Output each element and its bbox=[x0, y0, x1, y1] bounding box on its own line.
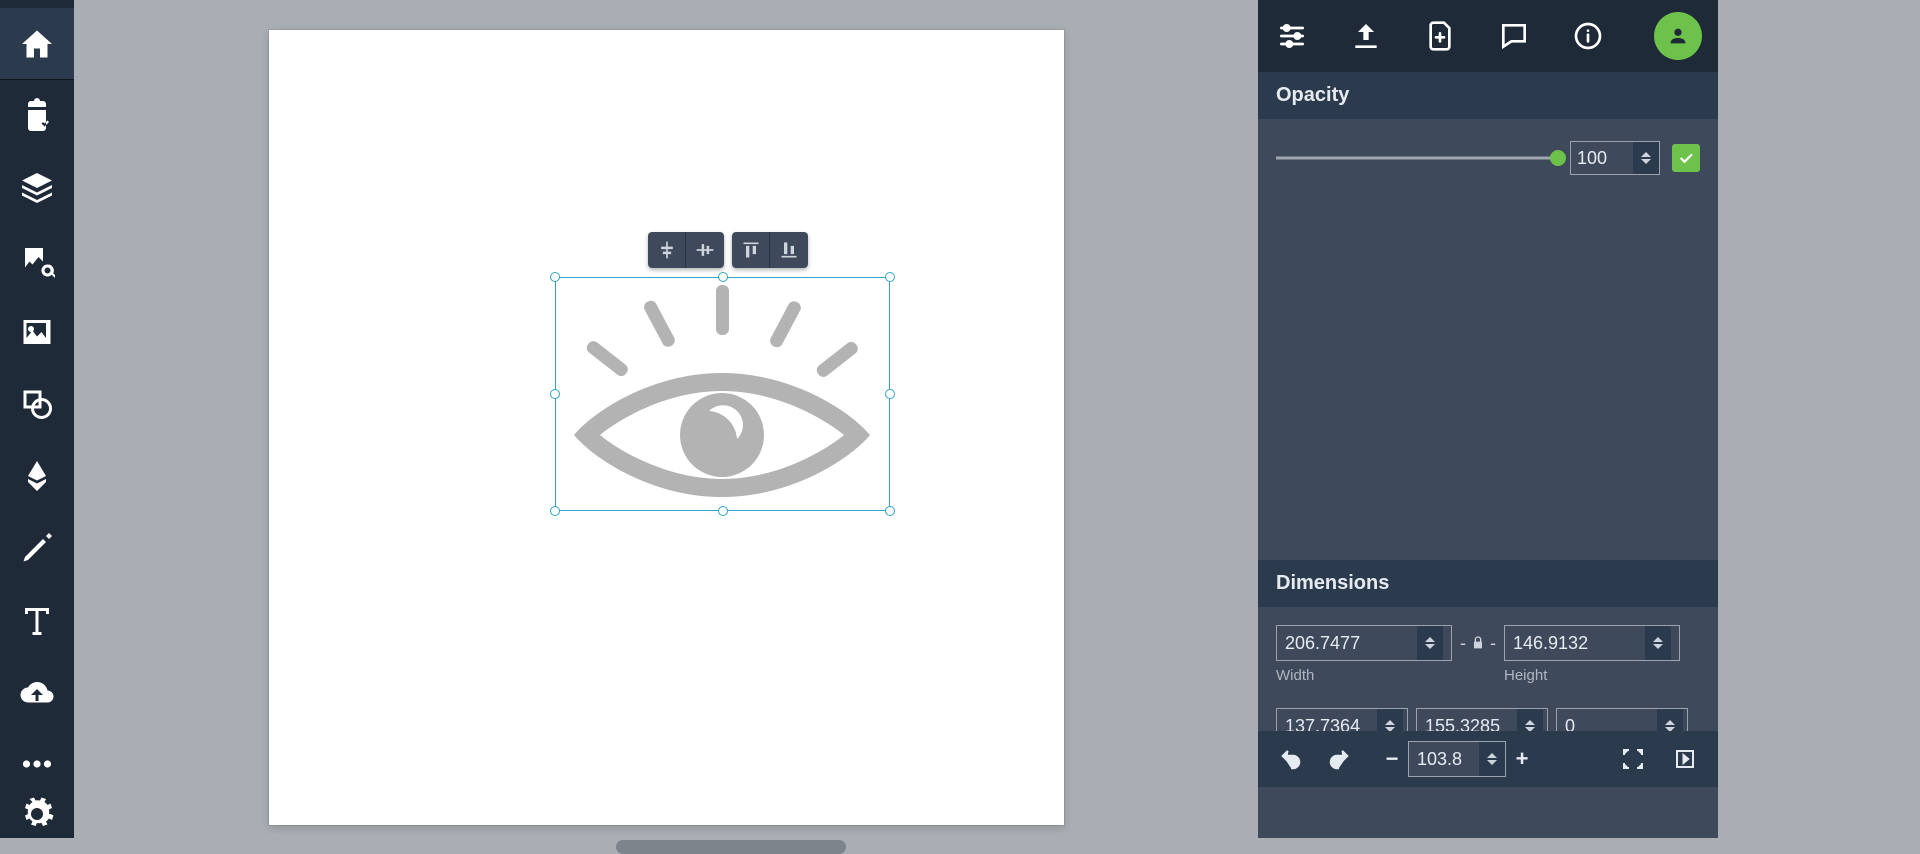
zoom-input[interactable] bbox=[1408, 741, 1506, 777]
zoom-stepper[interactable] bbox=[1479, 742, 1505, 776]
zoom-in-button[interactable]: + bbox=[1506, 741, 1538, 777]
info-icon[interactable] bbox=[1568, 16, 1608, 56]
pen-tool[interactable] bbox=[0, 440, 74, 512]
image-tool[interactable] bbox=[0, 296, 74, 368]
opacity-value-field[interactable] bbox=[1571, 148, 1633, 169]
upload-icon[interactable] bbox=[1346, 16, 1386, 56]
resize-handle-tm[interactable] bbox=[718, 272, 728, 282]
align-vertical-center-button[interactable] bbox=[686, 232, 724, 268]
lock-aspect-button[interactable]: - - bbox=[1460, 625, 1496, 661]
resize-handle-tr[interactable] bbox=[885, 272, 895, 282]
resize-handle-tl[interactable] bbox=[550, 272, 560, 282]
height-field[interactable] bbox=[1505, 633, 1645, 654]
undo-button[interactable] bbox=[1274, 742, 1308, 776]
layers-tool[interactable] bbox=[0, 152, 74, 224]
properties-panel: Opacity Dimensions Width - bbox=[1258, 0, 1718, 838]
tune-icon[interactable] bbox=[1272, 16, 1312, 56]
height-input[interactable] bbox=[1504, 625, 1680, 661]
width-stepper[interactable] bbox=[1417, 626, 1443, 660]
left-toolbar bbox=[0, 0, 74, 838]
shape-tool[interactable] bbox=[0, 368, 74, 440]
resize-handle-mr[interactable] bbox=[885, 389, 895, 399]
resize-handle-br[interactable] bbox=[885, 506, 895, 516]
distribute-bottom-button[interactable] bbox=[770, 232, 808, 268]
user-avatar[interactable] bbox=[1654, 12, 1702, 60]
clipboard-tool[interactable] bbox=[0, 80, 74, 152]
zoom-out-button[interactable]: − bbox=[1376, 741, 1408, 777]
selected-object[interactable] bbox=[555, 277, 890, 511]
opacity-input[interactable] bbox=[1570, 141, 1660, 175]
comment-icon[interactable] bbox=[1494, 16, 1534, 56]
image-search-tool[interactable] bbox=[0, 224, 74, 296]
width-label: Width bbox=[1276, 667, 1452, 684]
opacity-apply-button[interactable] bbox=[1672, 144, 1700, 172]
opacity-slider-thumb[interactable] bbox=[1550, 150, 1566, 166]
opacity-header: Opacity bbox=[1258, 72, 1718, 119]
bottom-bar: − + bbox=[1258, 731, 1718, 787]
height-stepper[interactable] bbox=[1645, 626, 1671, 660]
width-input[interactable] bbox=[1276, 625, 1452, 661]
resize-handle-bl[interactable] bbox=[550, 506, 560, 516]
selection-outline bbox=[555, 277, 890, 511]
opacity-stepper[interactable] bbox=[1633, 142, 1659, 174]
text-tool[interactable] bbox=[0, 584, 74, 656]
distribute-top-button[interactable] bbox=[732, 232, 770, 268]
width-field[interactable] bbox=[1277, 633, 1417, 654]
pencil-tool[interactable] bbox=[0, 512, 74, 584]
settings-button[interactable] bbox=[0, 790, 74, 838]
height-label: Height bbox=[1504, 667, 1680, 684]
align-horizontal-center-button[interactable] bbox=[648, 232, 686, 268]
zoom-field[interactable] bbox=[1409, 749, 1479, 770]
top-action-bar bbox=[1258, 0, 1718, 72]
opacity-slider[interactable] bbox=[1276, 146, 1558, 170]
add-page-icon[interactable] bbox=[1420, 16, 1460, 56]
selection-toolbar bbox=[648, 232, 808, 268]
redo-button[interactable] bbox=[1322, 742, 1356, 776]
home-button[interactable] bbox=[0, 8, 74, 80]
cloud-upload-tool[interactable] bbox=[0, 656, 74, 728]
horizontal-scrollbar[interactable] bbox=[616, 840, 846, 854]
dimensions-header: Dimensions bbox=[1258, 560, 1718, 607]
collapse-panel-button[interactable] bbox=[1668, 742, 1702, 776]
fit-screen-button[interactable] bbox=[1616, 742, 1650, 776]
resize-handle-bm[interactable] bbox=[718, 506, 728, 516]
resize-handle-ml[interactable] bbox=[550, 389, 560, 399]
